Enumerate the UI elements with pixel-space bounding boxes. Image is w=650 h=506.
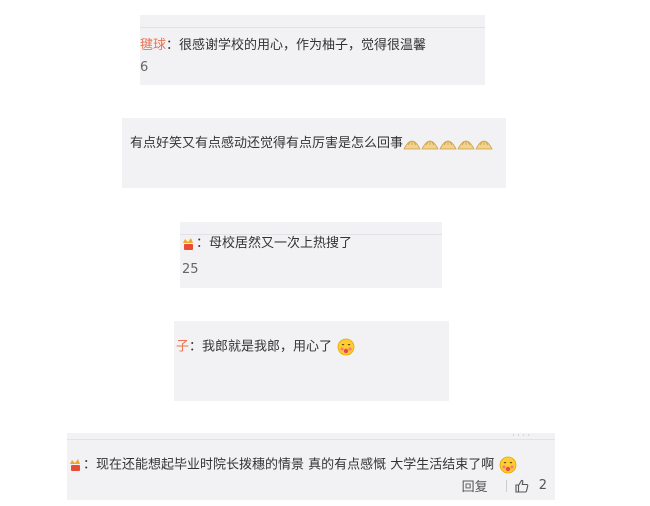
reply-button[interactable]: 回复 <box>462 480 488 495</box>
dumpling-emoji-icon <box>403 140 421 149</box>
comment-card-5: · · · · ：现在还能想起毕业时院长拨穗的情景 真的有点感慨 大学生活结束了… <box>67 433 555 500</box>
username-link[interactable]: 毽球 <box>140 38 166 53</box>
colon: ： <box>189 339 203 355</box>
comment-line: 毽球：很感谢学校的用心，作为柚子，觉得很温馨 <box>140 37 426 55</box>
comment-count: 6 <box>140 60 149 75</box>
comment-count: 25 <box>182 262 199 277</box>
divider <box>505 479 507 492</box>
comment-card-1: 毽球：很感谢学校的用心，作为柚子，觉得很温馨 6 <box>140 15 485 85</box>
like-count: 2 <box>538 478 547 493</box>
comment-line: ：母校居然又一次上热搜了 <box>182 235 352 253</box>
comment-text: 现在还能想起毕业时院长拨穗的情景 真的有点感慨 大学生活结束了啊 <box>96 457 495 473</box>
comment-text: 我郎就是我郎，用心了 <box>202 339 333 355</box>
comment-card-2: 有点好笑又有点感动还觉得有点厉害是怎么回事 <box>122 118 506 188</box>
colon: ： <box>166 38 180 53</box>
dumpling-emoji-icon <box>475 140 493 149</box>
comment-text: 有点好笑又有点感动还觉得有点厉害是怎么回事 <box>130 136 404 151</box>
comment-text: 很感谢学校的用心，作为柚子，觉得很温馨 <box>179 38 427 53</box>
comment-line: ：现在还能想起毕业时院长拨穗的情景 真的有点感慨 大学生活结束了啊 <box>69 456 517 475</box>
blush-emoji-icon <box>500 456 517 474</box>
vip-badge-icon <box>183 237 193 250</box>
divider-line <box>140 27 485 28</box>
blush-emoji-icon <box>337 338 355 356</box>
dumpling-emoji-icon <box>439 140 457 149</box>
comment-line: 子：我郎就是我郎，用心了 <box>176 338 355 357</box>
comment-actions: 回复 2 <box>462 476 547 495</box>
comment-card-4: 子：我郎就是我郎，用心了 <box>174 321 449 401</box>
comment-text: 母校居然又一次上热搜了 <box>209 236 353 251</box>
dumpling-emoji-row <box>403 136 493 151</box>
divider-line <box>67 439 555 440</box>
username-link[interactable]: 子 <box>176 340 189 355</box>
colon: ： <box>83 457 97 473</box>
comment-line: 有点好笑又有点感动还觉得有点厉害是怎么回事 <box>130 135 493 153</box>
thumbs-up-icon[interactable] <box>515 479 529 493</box>
dumpling-emoji-icon <box>421 140 439 149</box>
dumpling-emoji-icon <box>457 140 475 149</box>
vip-badge-icon <box>70 459 80 471</box>
colon: ： <box>196 236 210 251</box>
comment-card-3: ：母校居然又一次上热搜了 25 <box>180 222 442 288</box>
